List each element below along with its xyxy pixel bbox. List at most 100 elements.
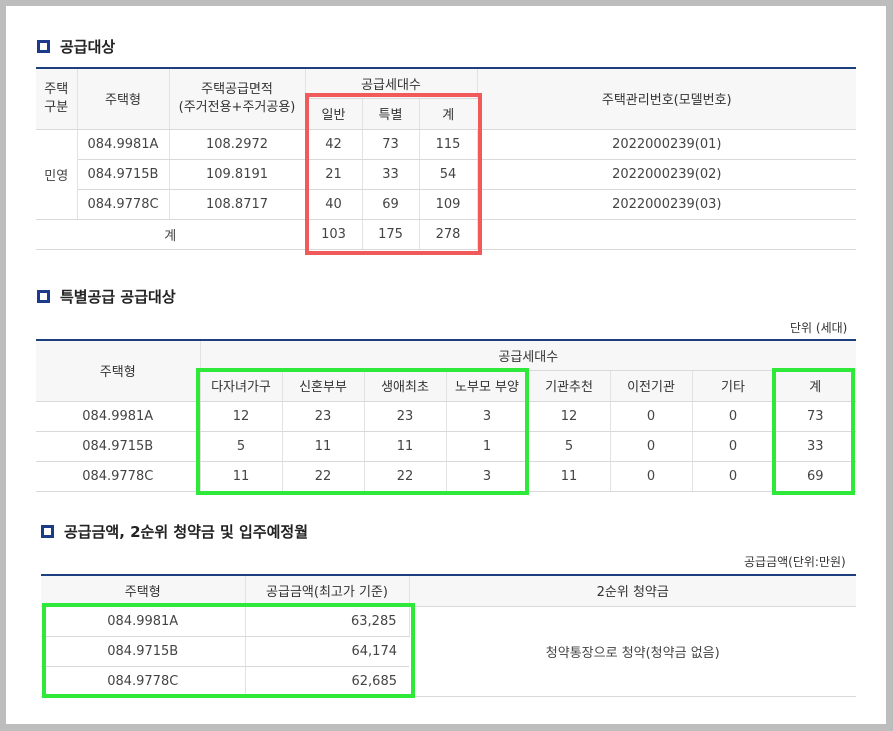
cell-value: 22 [364,461,447,492]
cell-type: 084.9778C [77,189,170,220]
cell-value: 5 [200,431,283,462]
cell-value: 5 [528,431,611,462]
cell-special: 33 [362,159,420,190]
sum-label: 계 [36,219,306,250]
cell-value: 33 [774,431,857,462]
table-row: 084.9715B 5 11 11 1 5 0 0 33 [36,431,857,462]
header-newlywed: 신혼부부 [282,370,365,402]
table-row: 084.9778C 108.8717 40 69 109 2022000239(… [36,189,857,220]
sum-total: 278 [419,219,478,250]
unit-label: 단위 (세대) [790,321,848,335]
square-bullet-icon [37,40,50,53]
section-supply-target-title: 공급대상 [37,36,115,57]
cell-special: 73 [362,129,420,160]
cell-general: 42 [305,129,363,160]
unit-label: 공급금액(단위:만원) [744,555,846,569]
cell-area: 108.8717 [169,189,306,220]
cell-special: 69 [362,189,420,220]
cell-value: 3 [446,461,529,492]
cell-value: 69 [774,461,857,492]
header-elderly-parents: 노부모 부양 [446,370,529,402]
cell-type: 084.9715B [41,636,246,667]
cell-value: 1 [446,431,529,462]
header-model-no: 주택관리번호(모델번호) [477,68,857,130]
cell-model: 2022000239(03) [477,189,857,220]
cell-value: 11 [364,431,447,462]
header-type: 주택형 [36,340,201,402]
cell-area: 108.2972 [169,129,306,160]
cell-price: 63,285 [245,606,410,637]
cell-value: 73 [774,401,857,432]
cell-value: 23 [364,401,447,432]
header-total: 계 [774,370,857,402]
cell-value: 0 [610,401,693,432]
header-households: 공급세대수 [200,340,857,371]
supply-target-table: 주택 구분 주택형 주택공급면적 (주거전용+주거공용) 공급세대수 주택관리번… [36,67,857,250]
header-households: 공급세대수 [305,68,478,99]
sum-general: 103 [305,219,363,250]
sum-model-empty [477,219,857,250]
section-title-text: 특별공급 공급대상 [60,288,176,306]
table-row: 민영 084.9981A 108.2972 42 73 115 20220002… [36,129,857,220]
header-price: 공급금액(최고가 기준) [245,575,410,607]
cell-value: 11 [282,431,365,462]
header-relocated-agency: 이전기관 [610,370,693,402]
deposit-note: 청약통장으로 청약(청약금 없음) [409,606,856,697]
cell-area: 109.8191 [169,159,306,190]
header-institution: 기관추천 [528,370,611,402]
price-table: 주택형 공급금액(최고가 기준) 2순위 청약금 084.9981A 63,28… [41,574,856,697]
cell-type: 084.9981A [41,606,246,637]
sum-row: 계 103 175 278 [36,219,857,250]
cell-value: 22 [282,461,365,492]
cell-total: 115 [419,129,478,160]
header-other: 기타 [692,370,775,402]
cell-value: 11 [200,461,283,492]
header-deposit: 2순위 청약금 [409,575,856,607]
section-special-supply-title: 특별공급 공급대상 [37,286,176,307]
section-price-title: 공급금액, 2순위 청약금 및 입주예정월 [41,521,308,542]
header-first-time: 생애최초 [364,370,447,402]
cell-price: 62,685 [245,666,409,697]
cell-value: 12 [200,401,283,432]
header-total: 계 [419,98,478,130]
cell-type: 084.9778C [36,461,201,492]
cell-value: 0 [692,461,775,492]
cell-value: 3 [446,401,529,432]
cell-value: 0 [692,431,775,462]
section-title-text: 공급금액, 2순위 청약금 및 입주예정월 [64,523,309,541]
header-type: 주택형 [41,575,246,607]
table-row: 084.9981A 63,285 청약통장으로 청약(청약금 없음) [41,606,856,697]
header-type-group: 주택 구분 [36,68,78,130]
cell-value: 11 [528,461,611,492]
cell-value: 0 [610,461,693,492]
square-bullet-icon [37,290,50,303]
cell-value: 12 [528,401,611,432]
cell-general: 21 [305,159,363,190]
cell-value: 0 [692,401,775,432]
cell-type: 084.9981A [36,401,201,432]
table-row: 084.9981A 12 23 23 3 12 0 0 73 [36,401,857,432]
cell-total: 54 [419,159,478,190]
header-special: 특별 [362,98,420,130]
header-type: 주택형 [77,68,170,130]
section-title-text: 공급대상 [60,38,116,56]
cell-model: 2022000239(02) [477,159,857,190]
header-area: 주택공급면적 (주거전용+주거공용) [169,68,306,130]
cell-type: 084.9715B [36,431,201,462]
sum-special: 175 [362,219,420,250]
square-bullet-icon [41,525,54,538]
cell-value: 0 [610,431,693,462]
table-row: 084.9778C 11 22 22 3 11 0 0 69 [36,461,857,492]
cell-type: 084.9715B [77,159,170,190]
header-general: 일반 [305,98,363,130]
header-multichild: 다자녀가구 [200,370,283,402]
cell-model: 2022000239(01) [477,129,857,160]
cell-price: 64,174 [245,636,409,667]
cell-general: 40 [305,189,363,220]
cell-type: 084.9981A [77,129,170,160]
cell-total: 109 [419,189,478,220]
special-supply-table: 주택형 공급세대수 다자녀가구 신혼부부 생애최초 노부모 부양 기관추천 이전… [36,339,857,492]
cell-type: 084.9778C [41,666,246,697]
table-row: 084.9715B 109.8191 21 33 54 2022000239(0… [36,159,857,190]
cell-value: 23 [282,401,365,432]
